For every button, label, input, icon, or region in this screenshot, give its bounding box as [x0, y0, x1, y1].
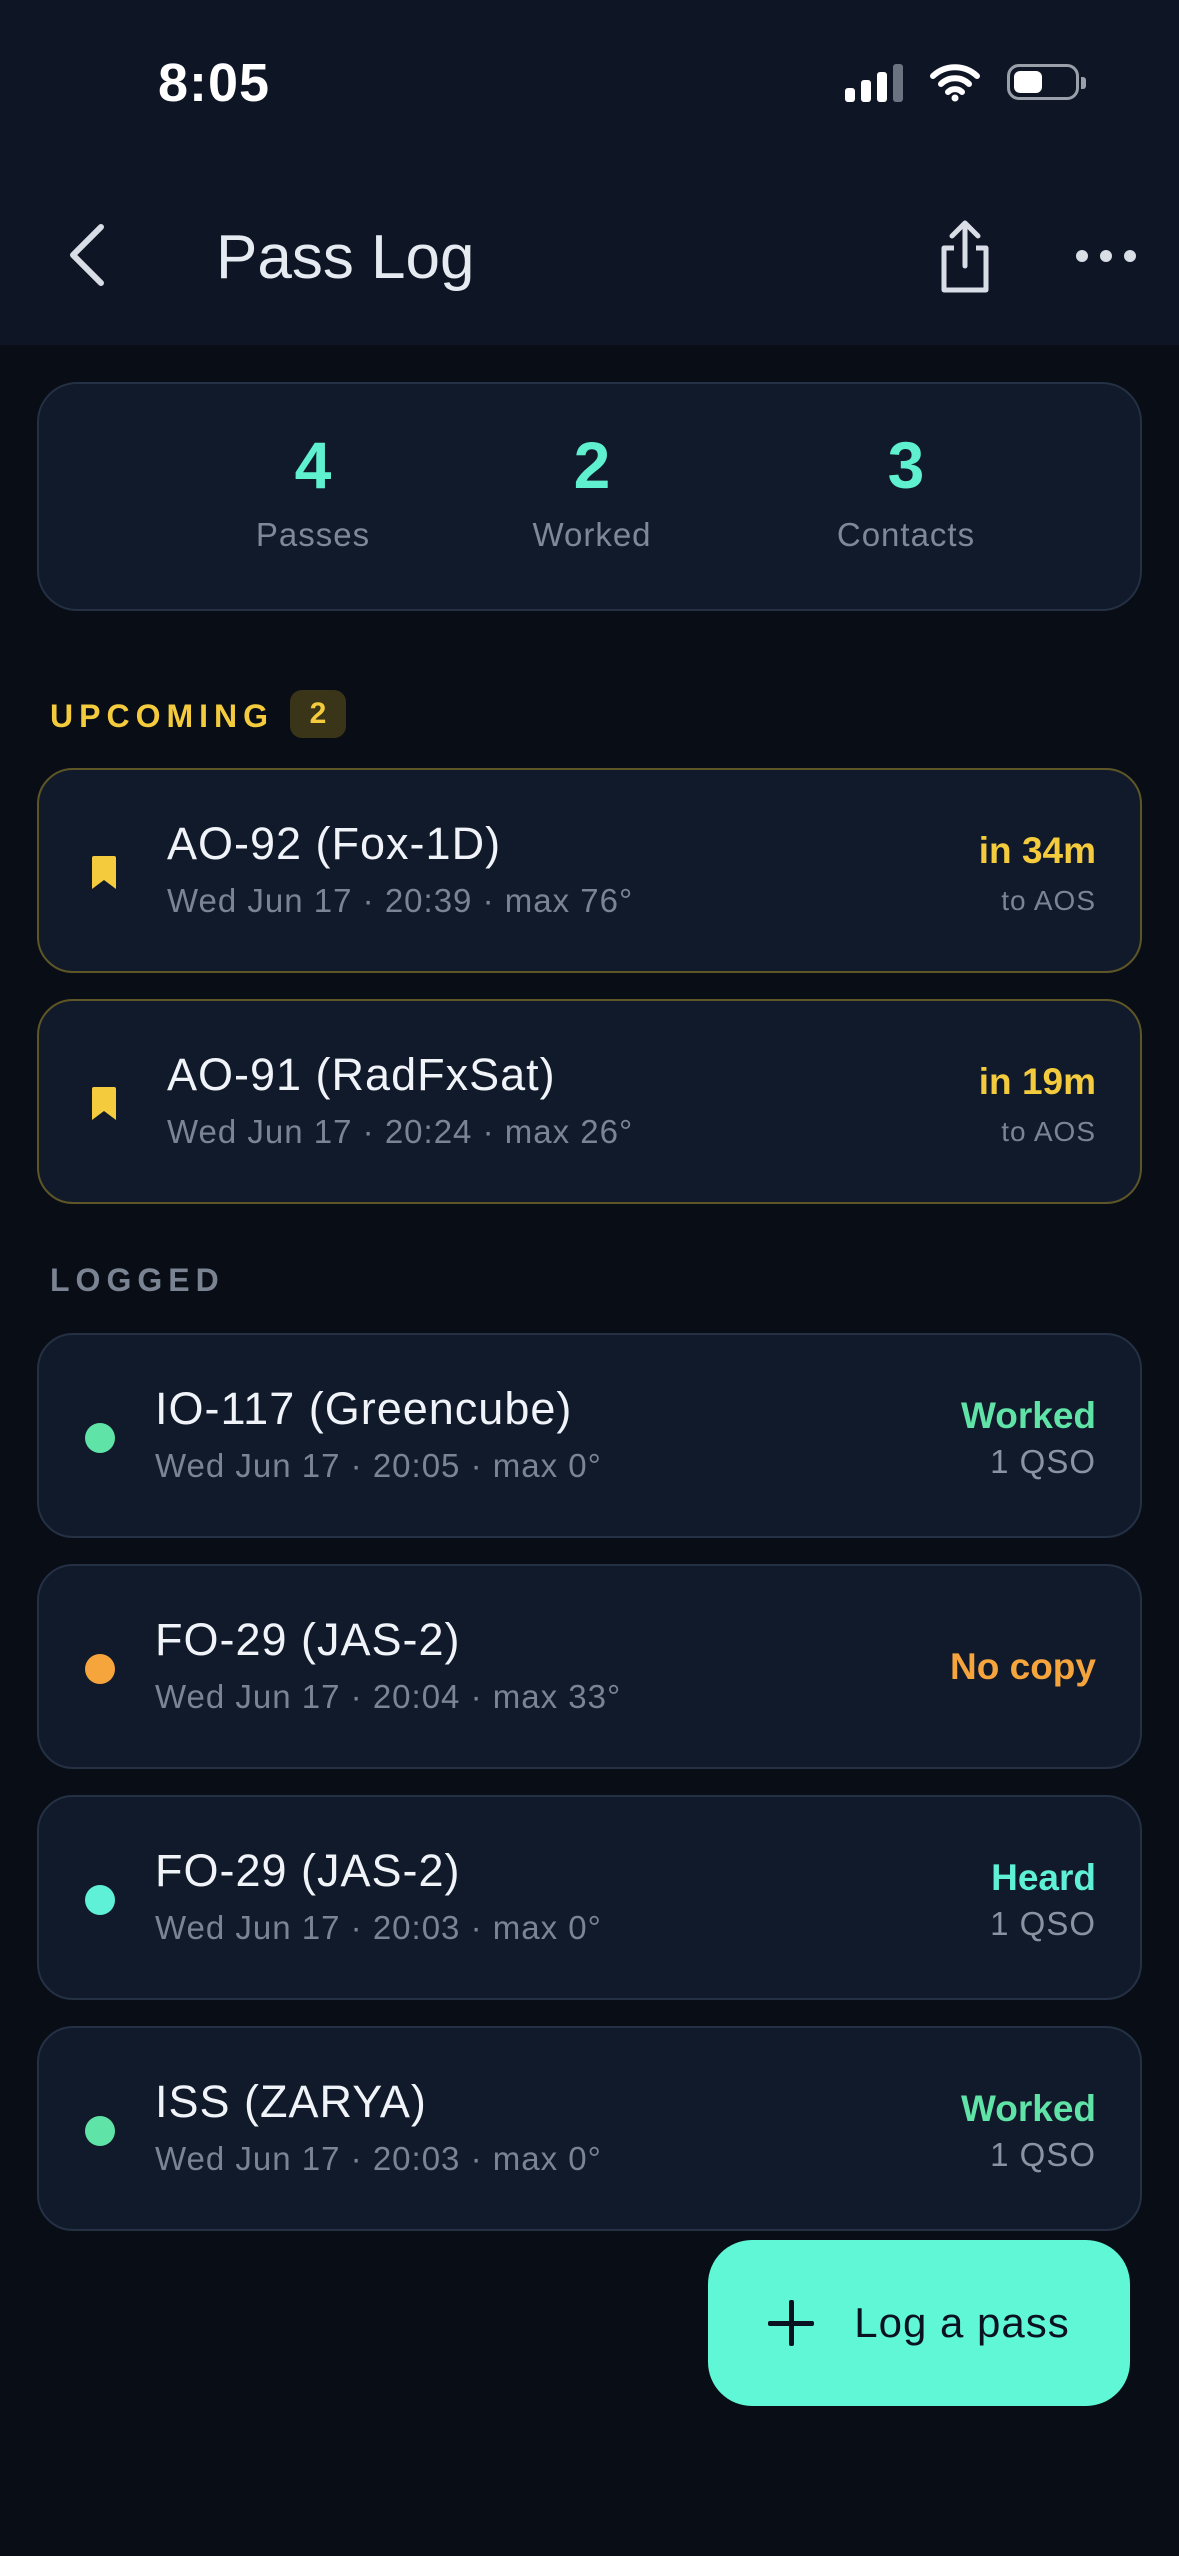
bookmark-icon — [92, 856, 116, 889]
logged-heading: LOGGED — [50, 1262, 225, 1298]
pass-satellite-name: IO-117 (Greencube) — [155, 1383, 573, 1434]
pass-qso-count: 1 QSO — [990, 1443, 1096, 1480]
stat-worked: 2 Worked — [462, 432, 722, 554]
nav-bar: Pass Log — [0, 170, 1179, 345]
cellular-signal-icon — [845, 62, 903, 102]
pass-details: Wed Jun 17 · 20:24 · max 26° — [167, 1113, 634, 1150]
pass-satellite-name: FO-29 (JAS-2) — [155, 1845, 461, 1896]
more-dot — [1124, 250, 1136, 262]
pass-details: Wed Jun 17 · 20:04 · max 33° — [155, 1678, 622, 1715]
stat-value: 4 — [294, 428, 332, 502]
pass-details: Wed Jun 17 · 20:39 · max 76° — [167, 882, 634, 919]
more-dot — [1076, 250, 1088, 262]
page-title: Pass Log — [216, 223, 475, 292]
back-button[interactable] — [52, 220, 122, 290]
upcoming-count-badge: 2 — [290, 690, 346, 738]
pass-satellite-name: FO-29 (JAS-2) — [155, 1614, 461, 1665]
status-time: 8:05 — [158, 53, 271, 113]
bookmark-icon — [92, 1087, 116, 1120]
logged-pass-card[interactable]: FO-29 (JAS-2) Wed Jun 17 · 20:03 · max 0… — [37, 1795, 1142, 2000]
pass-eta-label: to AOS — [1001, 1116, 1096, 1147]
status-bar: 8:05 — [0, 0, 1179, 170]
battery-icon — [1007, 64, 1086, 100]
upcoming-heading: UPCOMING — [50, 698, 274, 734]
pass-eta-label: to AOS — [1001, 885, 1096, 916]
pass-status: Worked — [960, 1395, 1096, 1436]
pass-details: Wed Jun 17 · 20:05 · max 0° — [155, 1447, 602, 1484]
pass-details: Wed Jun 17 · 20:03 · max 0° — [155, 1909, 602, 1946]
chevron-left-icon — [70, 224, 104, 286]
pass-qso-count: 1 QSO — [990, 2136, 1096, 2173]
plus-icon — [768, 2300, 815, 2346]
pass-satellite-name: AO-92 (Fox-1D) — [167, 818, 502, 869]
pass-eta: in 34m — [978, 830, 1096, 871]
upcoming-pass-card[interactable]: AO-92 (Fox-1D) Wed Jun 17 · 20:39 · max … — [37, 768, 1142, 973]
stat-value: 3 — [887, 428, 925, 502]
more-dot — [1100, 250, 1112, 262]
stat-passes: 4 Passes — [183, 432, 443, 554]
pass-satellite-name: AO-91 (RadFxSat) — [167, 1049, 556, 1100]
upcoming-pass-card[interactable]: AO-91 (RadFxSat) Wed Jun 17 · 20:24 · ma… — [37, 999, 1142, 1204]
share-icon — [941, 220, 989, 293]
status-dot — [85, 2116, 115, 2146]
logged-pass-card[interactable]: ISS (ZARYA) Wed Jun 17 · 20:03 · max 0° … — [37, 2026, 1142, 2231]
pass-eta: in 19m — [978, 1061, 1096, 1102]
pass-satellite-name: ISS (ZARYA) — [155, 2076, 427, 2127]
share-button[interactable] — [930, 218, 1000, 296]
stat-label: Contacts — [836, 516, 976, 553]
stat-label: Passes — [255, 516, 371, 553]
pass-status: No copy — [950, 1646, 1096, 1687]
logged-pass-card[interactable]: IO-117 (Greencube) Wed Jun 17 · 20:05 · … — [37, 1333, 1142, 1538]
pass-details: Wed Jun 17 · 20:03 · max 0° — [155, 2140, 602, 2177]
summary-card: 4 Passes 2 Worked 3 Contacts — [37, 382, 1142, 611]
wifi-icon — [930, 64, 980, 102]
logged-pass-card[interactable]: FO-29 (JAS-2) Wed Jun 17 · 20:04 · max 3… — [37, 1564, 1142, 1769]
status-dot — [85, 1654, 115, 1684]
pass-status: Heard — [991, 1857, 1096, 1898]
pass-qso-count: 1 QSO — [990, 1905, 1096, 1942]
status-dot — [85, 1885, 115, 1915]
status-icons — [845, 62, 1086, 102]
stat-label: Worked — [532, 516, 652, 553]
status-dot — [85, 1423, 115, 1453]
more-options-button[interactable] — [1076, 226, 1136, 286]
pass-status: Worked — [960, 2088, 1096, 2129]
stat-contacts: 3 Contacts — [776, 432, 1036, 554]
stat-value: 2 — [573, 428, 611, 502]
log-pass-button[interactable]: Log a pass — [708, 2240, 1130, 2406]
log-pass-label: Log a pass — [854, 2299, 1070, 2346]
